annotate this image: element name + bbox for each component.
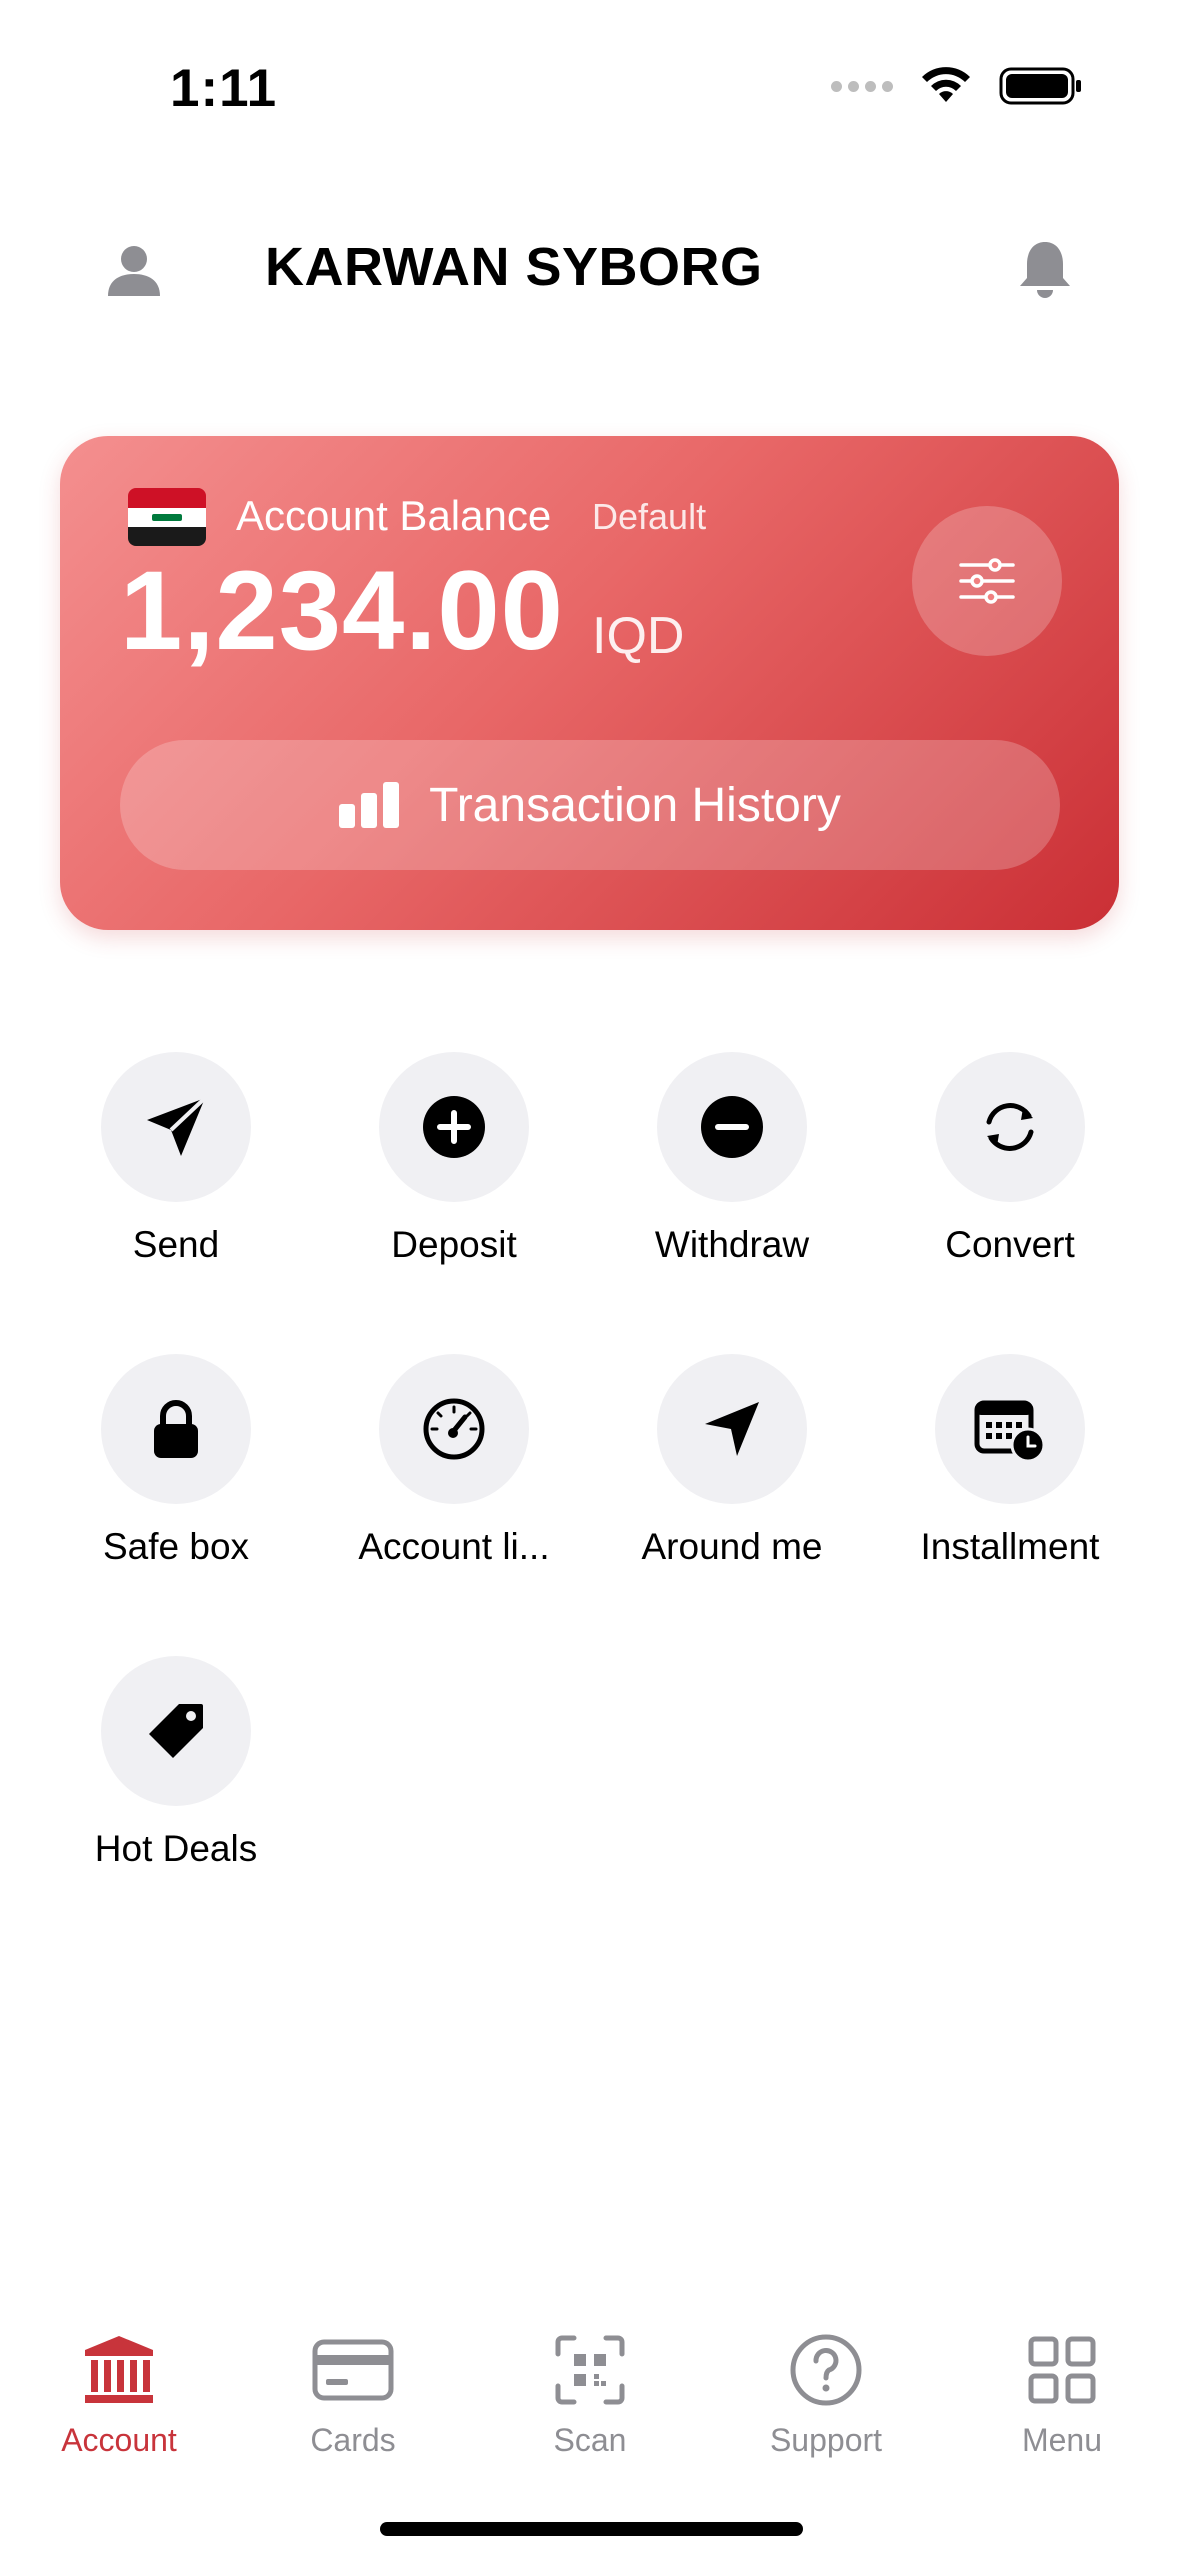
battery-icon [999,67,1081,105]
tab-account[interactable]: Account [19,2330,219,2459]
action-icon-wrap [935,1052,1085,1202]
tab-menu[interactable]: Menu [962,2330,1162,2459]
action-deposit[interactable]: Deposit [316,1052,592,1266]
action-label: Deposit [391,1224,517,1265]
calendar-clock-icon [974,1400,1046,1463]
action-safe-box[interactable]: Safe box [38,1354,314,1568]
cellular-signal-icon [831,80,893,92]
action-icon-wrap [935,1354,1085,1504]
tab-label: Menu [1021,2422,1103,2458]
status-time: 1:11 [170,59,278,118]
action-label: Safe box [102,1526,250,1567]
tag-icon [149,1704,203,1758]
action-icon-wrap [657,1052,807,1202]
action-send[interactable]: Send [38,1052,314,1266]
send-icon [147,1096,207,1156]
tab-support[interactable]: Support [726,2330,926,2459]
action-label: Installment [920,1526,1100,1567]
balance-label: Account Balance [236,492,552,539]
grid-icon [1028,2336,1096,2404]
tab-label: Cards [310,2422,396,2458]
action-hot-deals[interactable]: Hot Deals [38,1656,314,1870]
notifications-button[interactable] [1015,238,1075,302]
bank-icon [85,2336,153,2403]
balance-currency: IQD [592,607,685,665]
action-icon-wrap [101,1052,251,1202]
account-settings-button[interactable] [912,506,1062,656]
action-label: Withdraw [654,1224,810,1265]
action-label: Hot Deals [94,1828,258,1869]
plus-circle-icon [423,1096,485,1158]
action-icon-wrap [101,1656,251,1806]
lock-icon [154,1400,198,1458]
balance-card: Account Balance Default 1,234.00 IQD Tra… [60,436,1119,930]
action-account-limit[interactable]: Account li... [316,1354,592,1568]
home-indicator [380,2522,803,2536]
wifi-icon [922,67,970,102]
iraq-flag-icon [128,488,206,546]
transaction-history-button[interactable]: Transaction History [120,740,1060,870]
action-withdraw[interactable]: Withdraw [594,1052,870,1266]
action-convert[interactable]: Convert [872,1052,1148,1266]
action-label: Account li... [358,1526,550,1567]
location-arrow-icon [705,1402,759,1456]
page-title: KARWAN SYBORG [265,237,763,297]
sliders-icon [959,558,1015,604]
qr-scan-icon [555,2335,625,2405]
action-icon-wrap [379,1052,529,1202]
default-badge: Default [592,496,707,537]
tab-label: Support [769,2422,883,2458]
action-label: Around me [641,1526,823,1567]
bar-chart-icon [339,782,400,828]
minus-circle-icon [701,1096,763,1158]
action-icon-wrap [657,1354,807,1504]
transaction-history-label: Transaction History [429,778,841,832]
convert-icon [986,1103,1034,1151]
tab-label: Scan [553,2422,627,2458]
action-installment[interactable]: Installment [872,1354,1148,1568]
tab-label: Account [61,2422,177,2458]
person-icon [108,246,160,296]
help-circle-icon [790,2334,862,2406]
action-icon-wrap [379,1354,529,1504]
tab-cards[interactable]: Cards [253,2330,453,2459]
action-label: Send [132,1224,220,1265]
status-icons [831,66,1083,106]
tab-scan[interactable]: Scan [490,2330,690,2459]
profile-button[interactable] [104,242,164,302]
action-icon-wrap [101,1354,251,1504]
gauge-icon [423,1398,485,1460]
balance-amount: 1,234.00 [120,548,564,673]
card-icon [312,2339,394,2401]
bell-icon [1020,242,1070,298]
action-label: Convert [945,1224,1075,1265]
action-around-me[interactable]: Around me [594,1354,870,1568]
